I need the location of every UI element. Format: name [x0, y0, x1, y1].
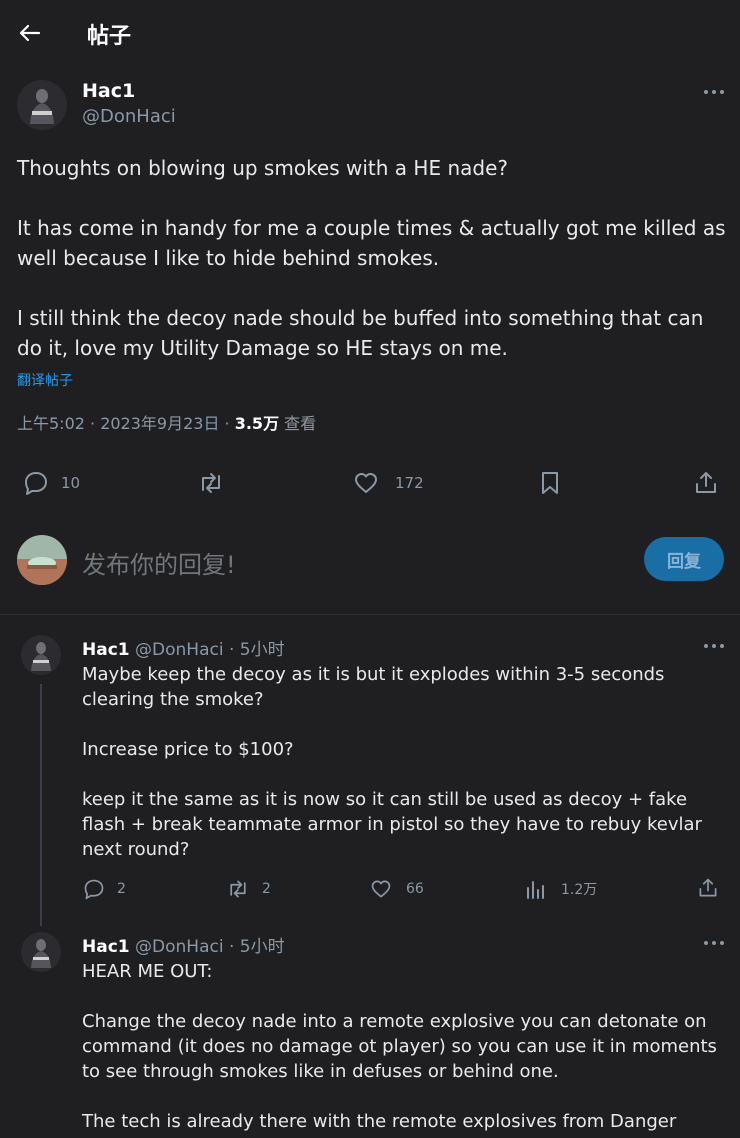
avatar[interactable] [21, 635, 61, 675]
author-handle[interactable]: @DonHaci [135, 640, 224, 660]
reply-count: 2 [117, 881, 126, 897]
author-name[interactable]: Hac1 [82, 640, 130, 660]
more-options-button[interactable] [700, 82, 728, 102]
avatar-figure-icon [21, 635, 61, 675]
retweet-icon [230, 880, 246, 898]
reply-time[interactable]: · 5小时 [224, 640, 285, 660]
avatar-figure-icon [21, 932, 61, 972]
reply-header: Hac1 @DonHaci · 5小时 [82, 635, 285, 660]
more-horizontal-icon [704, 941, 724, 945]
reply-input[interactable]: 发布你的回复! [82, 545, 236, 580]
share-button[interactable] [697, 877, 719, 899]
avatar-figure-icon [17, 80, 67, 130]
reply-time[interactable]: · 5小时 [224, 937, 285, 957]
more-options-button[interactable] [700, 636, 728, 656]
more-horizontal-icon [704, 644, 724, 648]
retweet-count: 2 [262, 881, 271, 897]
like-action[interactable]: 172 [353, 470, 424, 496]
views-count: 3.5万 [234, 414, 280, 433]
like-count: 172 [395, 474, 424, 492]
author-name[interactable]: Hac1 [82, 937, 130, 957]
reply-button[interactable]: 回复 [644, 537, 724, 581]
avatar[interactable] [21, 932, 61, 972]
reply-count: 10 [61, 474, 81, 492]
author-handle[interactable]: @DonHaci [135, 937, 224, 957]
share-icon [699, 878, 717, 897]
comment-icon [25, 472, 47, 495]
arrow-left-icon [19, 24, 41, 42]
reply-header: Hac1 @DonHaci · 5小时 [82, 932, 285, 957]
share-button[interactable] [693, 470, 719, 496]
heart-icon [355, 473, 377, 493]
avatar[interactable] [17, 80, 67, 130]
like-action[interactable]: 66 [370, 878, 424, 900]
share-icon [696, 472, 716, 493]
retweet-action[interactable]: 2 [226, 878, 271, 900]
views-label: 查看 [279, 414, 317, 433]
post-meta: 上午5:02 · 2023年9月23日 · 3.5万 查看 [17, 410, 316, 434]
author-name[interactable]: Hac1 [82, 80, 135, 102]
divider [0, 614, 740, 615]
current-user-avatar[interactable] [17, 535, 67, 585]
user-avatar-image-icon [17, 535, 67, 585]
reply-text: Maybe keep the decoy as it is but it exp… [82, 664, 702, 860]
reply-action[interactable]: 2 [83, 878, 126, 900]
reply-action[interactable]: 10 [23, 470, 80, 496]
like-count: 66 [406, 881, 424, 897]
reply-text: HEAR ME OUT: Change the decoy nade into … [82, 961, 717, 1138]
back-button[interactable] [14, 18, 46, 48]
more-options-button[interactable] [700, 933, 728, 953]
bookmark-button[interactable] [538, 470, 562, 496]
page-title: 帖子 [87, 24, 132, 49]
analytics-icon [527, 881, 544, 899]
retweet-icon [202, 473, 220, 493]
bookmark-icon [542, 472, 558, 494]
retweet-action[interactable] [197, 470, 225, 496]
views-action[interactable]: 1.2万 [525, 878, 597, 900]
author-handle[interactable]: @DonHaci [82, 106, 176, 127]
post-time[interactable]: 上午5:02 · 2023年9月23日 · [17, 414, 235, 433]
translate-link[interactable]: 翻译帖子 [17, 370, 73, 390]
more-horizontal-icon [704, 90, 724, 94]
views-count: 1.2万 [561, 882, 598, 898]
post-text: Thoughts on blowing up smokes with a HE … [17, 156, 726, 360]
comment-icon [84, 879, 104, 900]
thread-line [40, 684, 42, 926]
heart-icon [371, 880, 391, 898]
